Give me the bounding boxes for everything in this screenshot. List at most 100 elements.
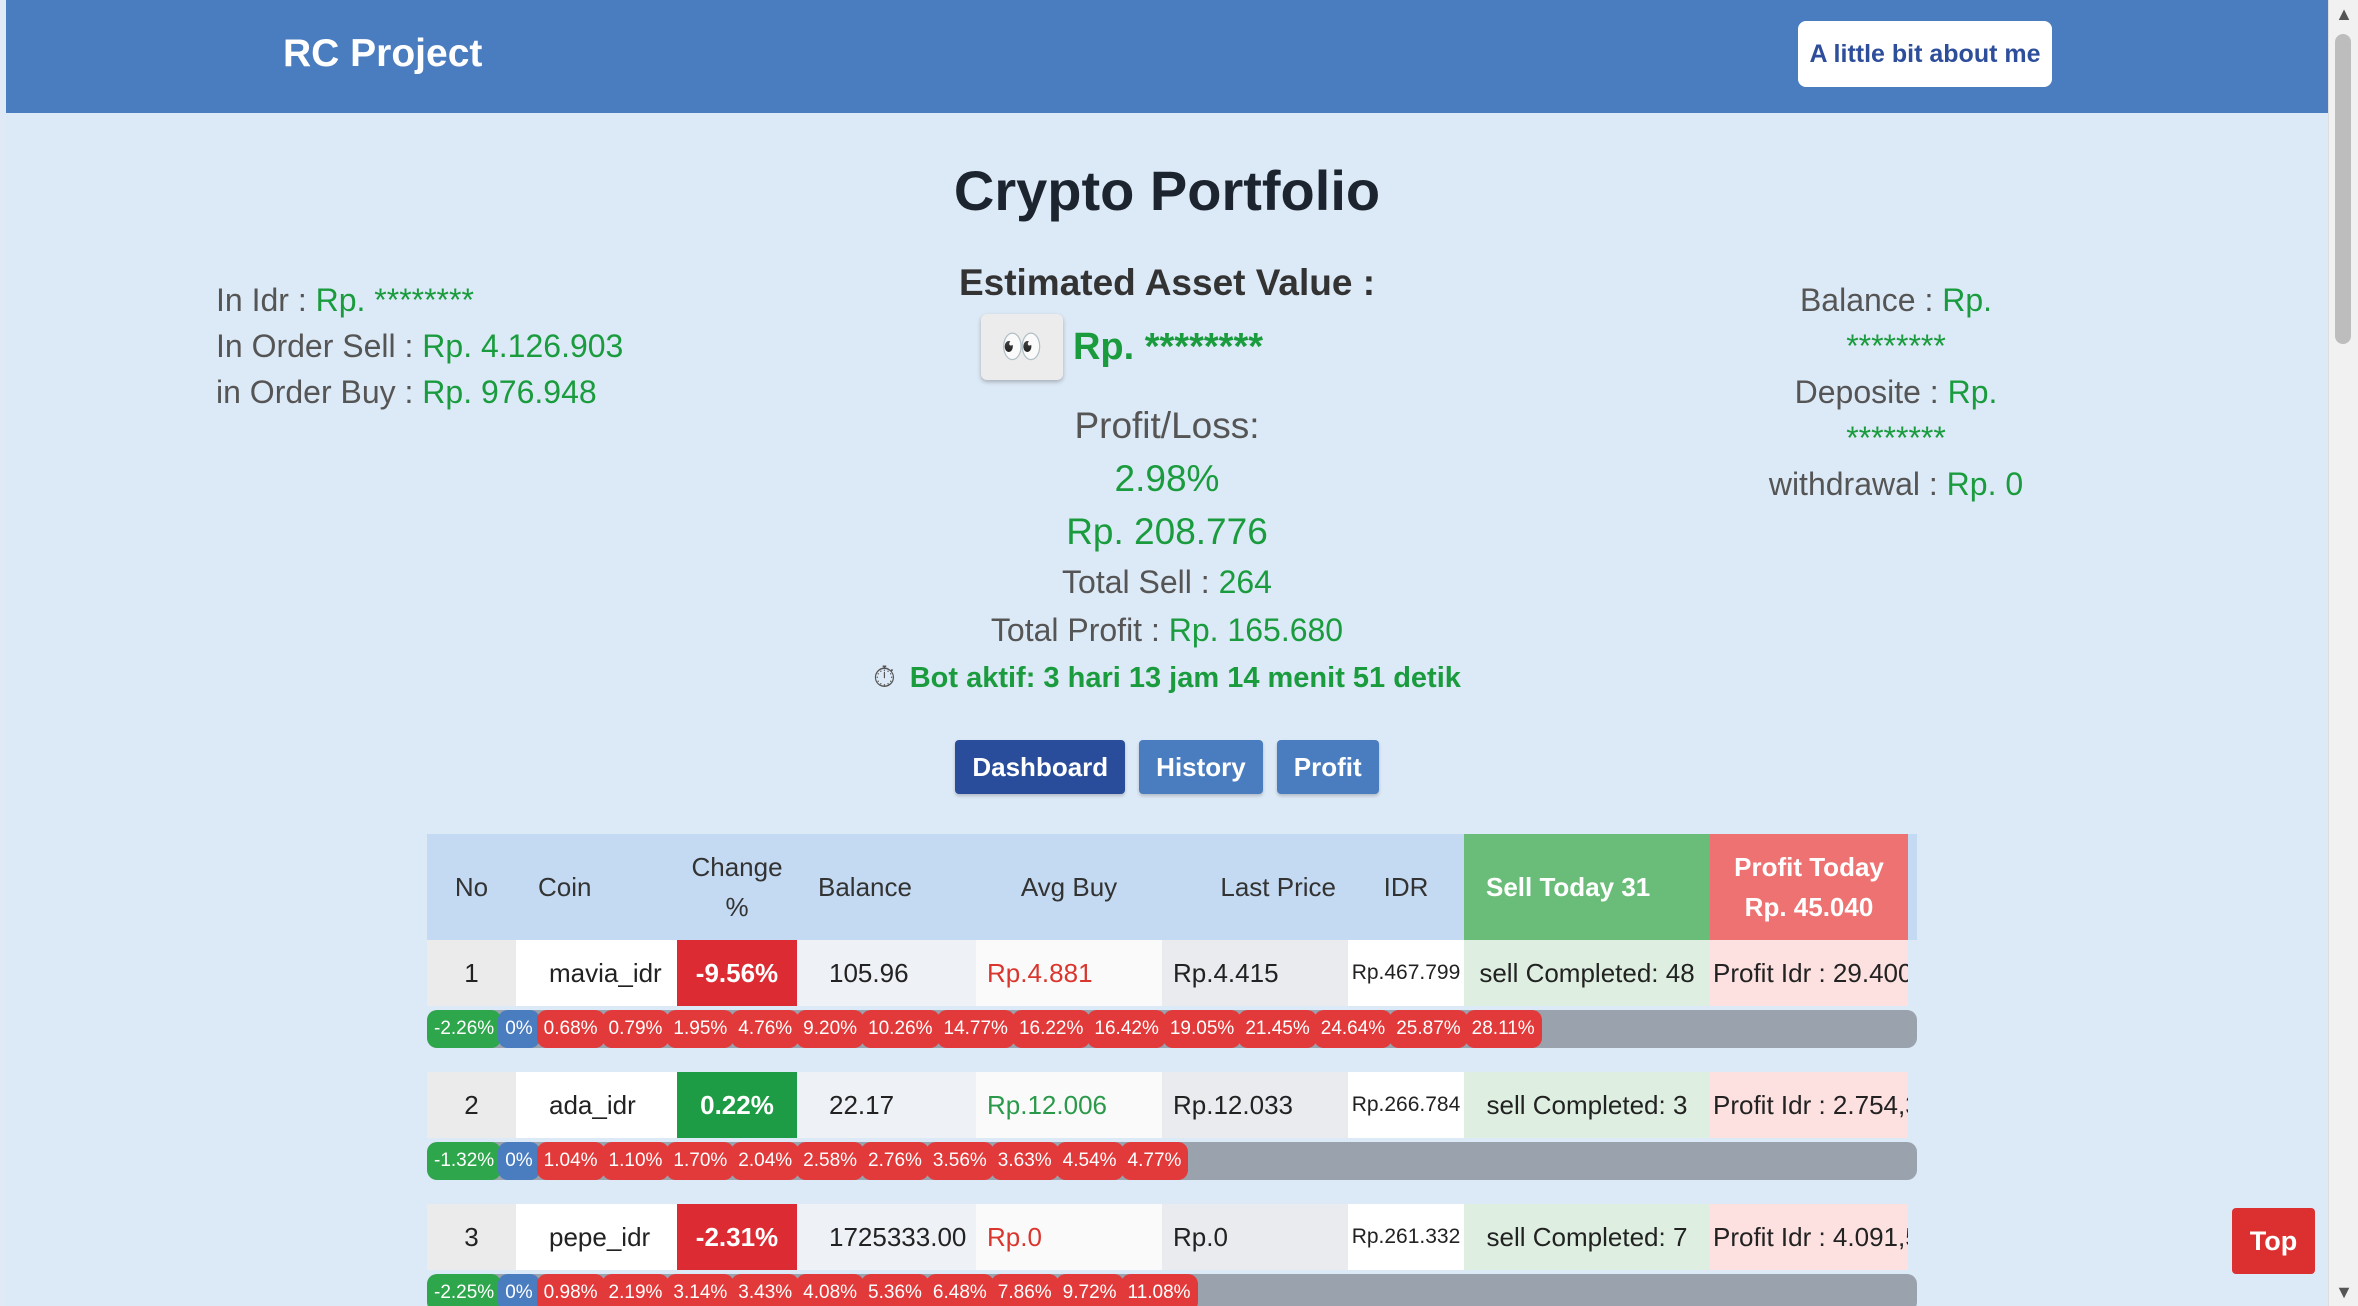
row-avg-buy: Rp.4.881	[976, 940, 1162, 1006]
row-no: 2	[427, 1072, 516, 1138]
level-pill: 6.48%	[925, 1274, 994, 1306]
level-pill: 2.76%	[861, 1142, 929, 1180]
row-profit-idr: Profit Idr : 29.400,32	[1710, 940, 1908, 1006]
level-pill: 3.56%	[925, 1142, 994, 1180]
tab-history[interactable]: History	[1139, 740, 1263, 794]
row-change: -9.56%	[677, 940, 797, 1006]
level-pill: 0%	[498, 1010, 540, 1048]
level-pill: 0%	[498, 1142, 540, 1180]
table-row: 1 mavia_idr -9.56% 105.96 Rp.4.881 Rp.4.415 Rp…	[427, 940, 1917, 1006]
page: RC Project A little bit about me Crypto …	[6, 0, 2328, 1306]
level-pill: 0%	[498, 1274, 540, 1306]
header-coin: Coin	[538, 872, 592, 902]
row-idr: Rp.467.799	[1348, 940, 1464, 1006]
level-pill: 4.76%	[731, 1010, 800, 1048]
level-pill: 3.63%	[990, 1142, 1059, 1180]
row-last-price: Rp.12.033	[1162, 1072, 1348, 1138]
level-pill: 1.10%	[601, 1142, 670, 1180]
table-header: No Coin Change% Balance Avg Buy Last Pri…	[427, 834, 1917, 940]
level-pill: 0.68%	[536, 1010, 605, 1048]
level-pill: 9.72%	[1055, 1274, 1124, 1306]
level-pill: 21.45%	[1238, 1010, 1317, 1048]
level-pill: 2.58%	[796, 1142, 865, 1180]
row-last-price: Rp.0	[1162, 1204, 1348, 1270]
scrollbar-thumb[interactable]	[2335, 34, 2351, 344]
level-pill: 2.04%	[731, 1142, 800, 1180]
target-levels-bar: -2.25% 0% 0.98% 2.19% 3.14% 3.43% 4.08% 5.36% 6.…	[427, 1274, 1917, 1306]
brand-logo-text[interactable]: RC Project	[283, 32, 482, 76]
profit-loss-percent: 2.98%	[1114, 458, 1220, 499]
estimated-asset-value: Rp. ********	[1072, 325, 1264, 368]
header-last-price: Last Price	[1220, 872, 1336, 902]
tab-dashboard[interactable]: Dashboard	[955, 740, 1126, 794]
level-pill: 4.77%	[1120, 1142, 1189, 1180]
level-pill: 25.87%	[1389, 1010, 1468, 1048]
header-profit-today: Profit Today Rp. 45.040	[1710, 834, 1908, 940]
tab-bar: Dashboard History Profit	[6, 740, 2328, 794]
header-sell-today: Sell Today 31	[1464, 834, 1710, 940]
header-balance: Balance	[818, 872, 912, 902]
row-change: 0.22%	[677, 1072, 797, 1138]
page-title: Crypto Portfolio	[953, 159, 1381, 222]
eyes-icon[interactable]: 👀	[980, 314, 1063, 380]
summary-block: Estimated Asset Value : 👀 Rp. ******** P…	[6, 262, 2328, 702]
header-no: No	[454, 872, 489, 902]
header-avg-buy: Avg Buy	[1020, 872, 1118, 902]
level-pill: 11.08%	[1120, 1274, 1198, 1306]
about-me-button[interactable]: A little bit about me	[1798, 21, 2052, 87]
row-last-price: Rp.4.415	[1162, 940, 1348, 1006]
row-idr: Rp.261.332	[1348, 1204, 1464, 1270]
target-levels-bar: -1.32% 0% 1.04% 1.10% 1.70% 2.04% 2.58% 2.76% 3.…	[427, 1142, 1917, 1180]
row-balance: 105.96	[797, 940, 976, 1006]
stopwatch-icon: ⏱	[873, 662, 896, 694]
row-spacer	[427, 1048, 1917, 1072]
level-pill: -2.25%	[427, 1274, 502, 1306]
profit-loss-label: Profit/Loss:	[1074, 405, 1260, 446]
level-pill: 1.95%	[666, 1010, 735, 1048]
scroll-down-icon[interactable]: ▼	[2329, 1278, 2358, 1306]
level-pill: 4.54%	[1055, 1142, 1124, 1180]
navbar: RC Project A little bit about me	[6, 0, 2328, 113]
bot-status: ⏱ Bot aktif: 3 hari 13 jam 14 menit 51 de…	[873, 662, 1461, 694]
scroll-top-button[interactable]: Top	[2232, 1208, 2315, 1274]
tab-profit[interactable]: Profit	[1276, 740, 1379, 794]
row-avg-buy: Rp.0	[976, 1204, 1162, 1270]
level-pill: 9.20%	[796, 1010, 865, 1048]
page-scrollbar[interactable]: ▲ ▼	[2328, 0, 2358, 1306]
target-levels-bar: -2.26% 0% 0.68% 0.79% 1.95% 4.76% 9.20% 10.26% 1…	[427, 1010, 1917, 1048]
level-pill: 19.05%	[1162, 1010, 1242, 1048]
level-pill: 14.77%	[936, 1010, 1015, 1048]
table-row: 3 pepe_idr -2.31% 1725333.00 Rp.0 Rp.0 Rp.261.…	[427, 1204, 1917, 1270]
level-pill: 24.64%	[1313, 1010, 1393, 1048]
table-row: 2 ada_idr 0.22% 22.17 Rp.12.006 Rp.12.033 Rp.2…	[427, 1072, 1917, 1138]
table-body: 1 mavia_idr -9.56% 105.96 Rp.4.881 Rp.4.415 Rp…	[427, 940, 1917, 1306]
row-spacer	[427, 1180, 1917, 1204]
level-pill: 5.36%	[861, 1274, 929, 1306]
level-pill: -1.32%	[427, 1142, 502, 1180]
scroll-up-icon[interactable]: ▲	[2329, 0, 2358, 28]
total-sell: Total Sell : 264	[1062, 564, 1272, 600]
row-idr: Rp.266.784	[1348, 1072, 1464, 1138]
level-pill: 0.79%	[601, 1010, 670, 1048]
row-change: -2.31%	[677, 1204, 797, 1270]
total-profit: Total Profit : Rp. 165.680	[990, 612, 1344, 648]
profit-loss-value: Rp. 208.776	[1066, 511, 1268, 552]
row-profit-idr: Profit Idr : 2.754,37	[1710, 1072, 1908, 1138]
row-no: 3	[427, 1204, 516, 1270]
level-pill: 3.14%	[666, 1274, 735, 1306]
row-avg-buy: Rp.12.006	[976, 1072, 1162, 1138]
level-pill: 28.11%	[1464, 1010, 1542, 1048]
portfolio-table: No Coin Change% Balance Avg Buy Last Pri…	[427, 834, 1917, 1306]
level-pill: 2.19%	[601, 1274, 670, 1306]
row-sell-completed: sell Completed: 7	[1464, 1204, 1710, 1270]
row-coin: ada_idr	[516, 1072, 677, 1138]
level-pill: 16.22%	[1011, 1010, 1091, 1048]
header-idr: IDR	[1383, 872, 1429, 902]
level-pill: 4.08%	[796, 1274, 865, 1306]
level-pill: 16.42%	[1087, 1010, 1166, 1048]
row-no: 1	[427, 940, 516, 1006]
row-profit-idr: Profit Idr : 4.091,59	[1710, 1204, 1908, 1270]
level-pill: 1.70%	[666, 1142, 735, 1180]
row-balance: 1725333.00	[797, 1204, 976, 1270]
estimated-asset-label: Estimated Asset Value :	[958, 262, 1376, 303]
